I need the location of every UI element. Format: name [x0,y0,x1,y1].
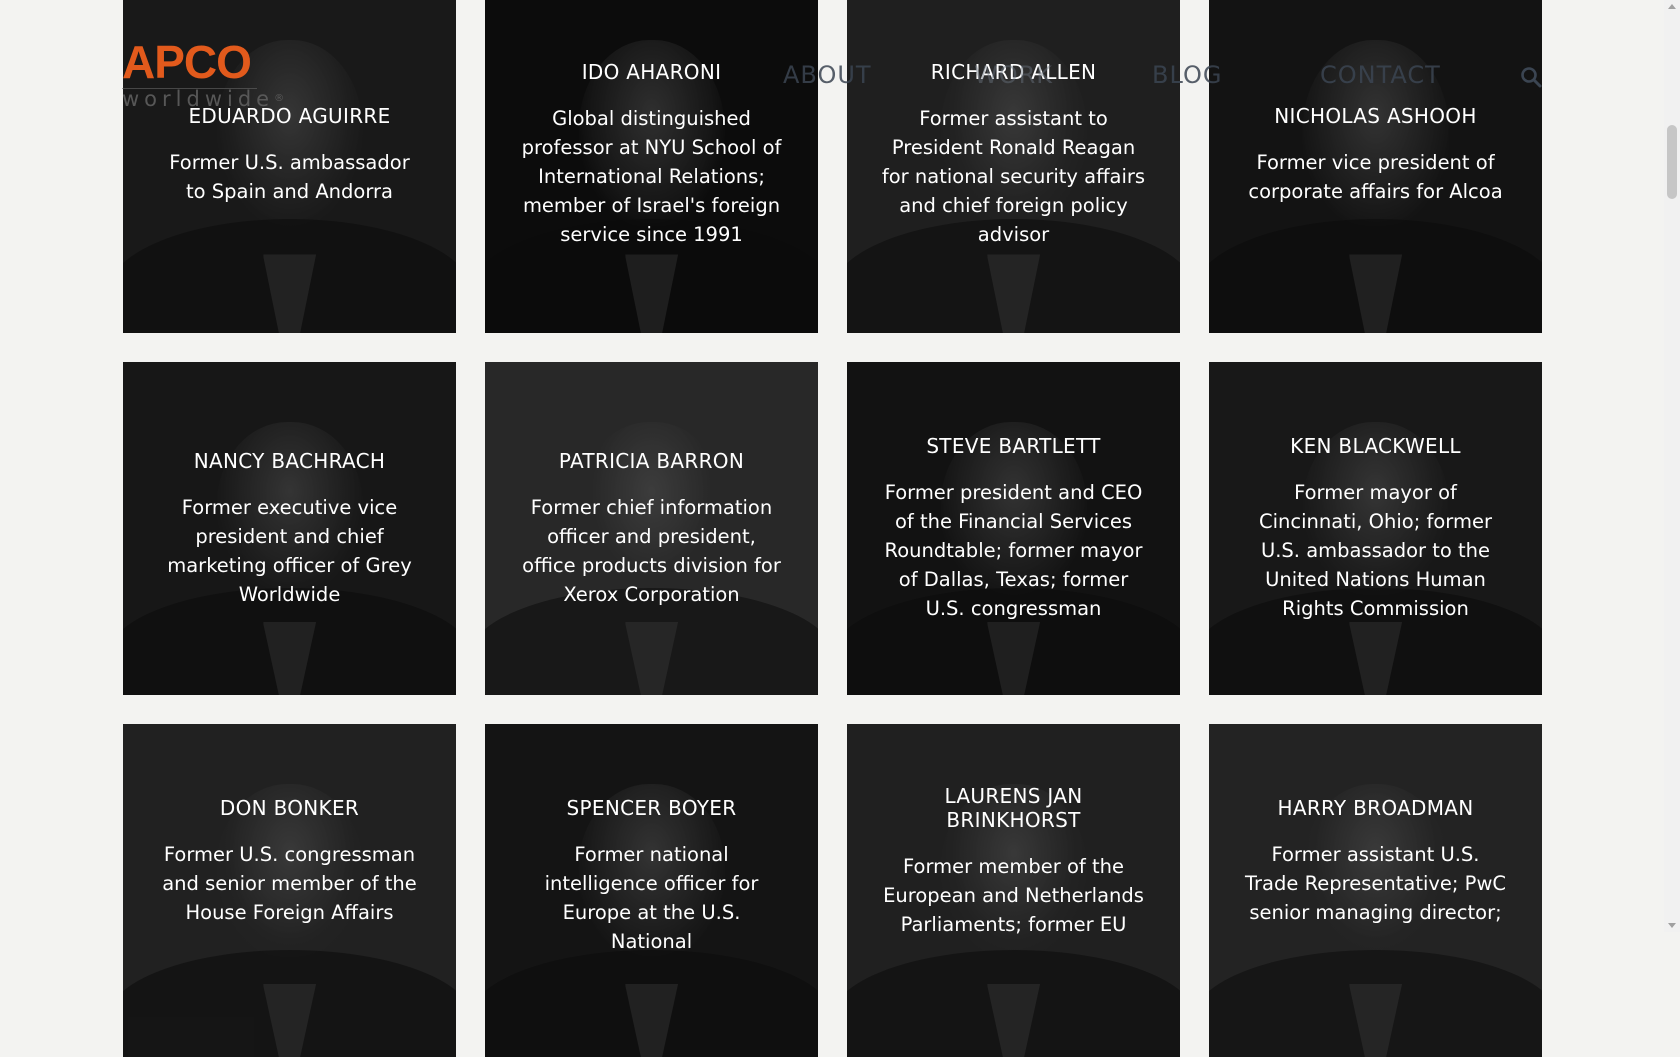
advisor-card[interactable]: IDO AHARONI Global distinguished professo… [485,0,818,333]
nav-contact[interactable]: CONTACT [1320,60,1441,90]
advisor-name: KEN BLACKWELL [1290,434,1461,458]
advisor-description: Former member of the European and Nether… [883,855,1144,936]
nav-blog[interactable]: BLOG [1152,60,1222,90]
advisor-description: Former mayor of Cincinnati, Ohio; former… [1259,481,1492,620]
main-nav: ABOUT WORK BLOG CONTACT [0,60,1664,94]
advisor-card[interactable]: DON BONKER Former U.S. congressman and se… [123,724,456,1057]
scrollbar[interactable] [1664,0,1680,932]
advisor-description: Former U.S. ambassador to Spain and Ando… [169,150,410,203]
advisor-description: Former assistant U.S. Trade Representati… [1244,843,1507,924]
advisor-card[interactable]: RICHARD ALLEN Former assistant to Preside… [847,0,1180,333]
advisor-name: DON BONKER [219,796,360,820]
advisor-name: PATRICIA BARRON [558,448,745,473]
search-icon[interactable] [1520,66,1542,88]
advisor-card[interactable]: NICHOLAS ASHOOH Former vice president of … [1209,0,1542,333]
advisor-description: Global distinguished professor at NYU Sc… [521,107,782,246]
advisor-name: SPENCER BOYER [566,796,737,820]
registered-mark: ® [274,93,285,104]
advisor-card[interactable]: HARRY BROADMAN Former assistant U.S. Trad… [1209,724,1542,1057]
advisor-description: Former national intelligence officer for… [544,843,759,953]
advisor-description: Former chief information officer and pre… [522,495,781,606]
nav-work[interactable]: WORK [974,60,1053,90]
advisor-card[interactable]: NANCY BACHRACH Former executive vice pres… [123,362,456,695]
advisors-grid: EDUARDO AGUIRRE Former U.S. ambassador to… [0,0,1664,1057]
scroll-thumb[interactable] [1667,125,1677,199]
advisor-description: Former president and CEO of the Financia… [884,481,1143,620]
nav-about[interactable]: ABOUT [783,60,872,90]
advisor-description: Former vice president of corporate affai… [1248,150,1503,203]
advisor-description: Former executive vice president and chie… [167,495,412,606]
advisor-name: LAURENS JAN BRINKHORST [944,784,1083,832]
advisor-description: Former assistant to President Ronald Rea… [881,107,1146,246]
advisor-name: NICHOLAS ASHOOH [1274,103,1477,128]
advisor-card[interactable]: SPENCER BOYER Former national intelligenc… [485,724,818,1057]
advisor-card[interactable]: KEN BLACKWELL Former mayor of Cincinnati,… [1209,362,1542,695]
advisor-name: HARRY BROADMAN [1277,796,1474,820]
advisor-card[interactable]: LAURENS JAN BRINKHORST Former member of t… [847,724,1180,1057]
advisor-name: NANCY BACHRACH [193,448,386,473]
advisor-card[interactable]: PATRICIA BARRON Former chief information … [485,362,818,695]
advisor-card[interactable]: STEVE BARTLETT Former president and CEO o… [847,362,1180,695]
scroll-down-icon[interactable] [1668,923,1676,928]
advisor-description: Former U.S. congressman and senior membe… [162,843,417,924]
scroll-up-icon[interactable] [1668,4,1676,9]
advisor-name: STEVE BARTLETT [926,434,1101,458]
